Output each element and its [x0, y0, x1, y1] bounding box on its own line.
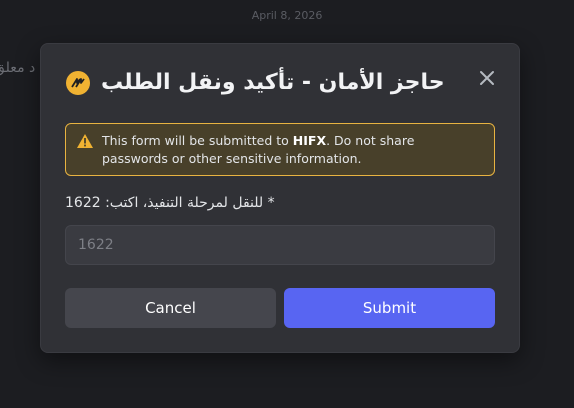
background-message-fragment: د معلق [0, 60, 36, 76]
submit-button[interactable]: Submit [284, 288, 495, 328]
warning-triangle-icon [77, 134, 93, 148]
warning-text: This form will be submitted to HIFX. Do … [102, 133, 415, 166]
close-icon [480, 71, 494, 85]
modal-header: حاجز الأمان - تأكيد ونقل الطلب [65, 66, 499, 100]
cancel-button[interactable]: Cancel [65, 288, 276, 328]
modal-title: حاجز الأمان - تأكيد ونقل الطلب [101, 70, 445, 95]
bot-app-icon [66, 71, 90, 95]
field-label-text: للنقل لمرحلة التنفيذ، اكتب: 1622 [65, 195, 264, 211]
required-mark: * [267, 195, 275, 211]
warning-notice: This form will be submitted to HIFX. Do … [65, 123, 495, 176]
close-button[interactable] [475, 66, 499, 90]
warning-target: HIFX [292, 133, 327, 148]
field-label: للنقل لمرحلة التنفيذ، اكتب: 1622 * [65, 195, 275, 211]
confirmation-code-input[interactable] [65, 225, 495, 265]
date-divider: April 8, 2026 [251, 9, 323, 22]
modal-dialog: حاجز الأمان - تأكيد ونقل الطلب This form… [40, 43, 520, 353]
